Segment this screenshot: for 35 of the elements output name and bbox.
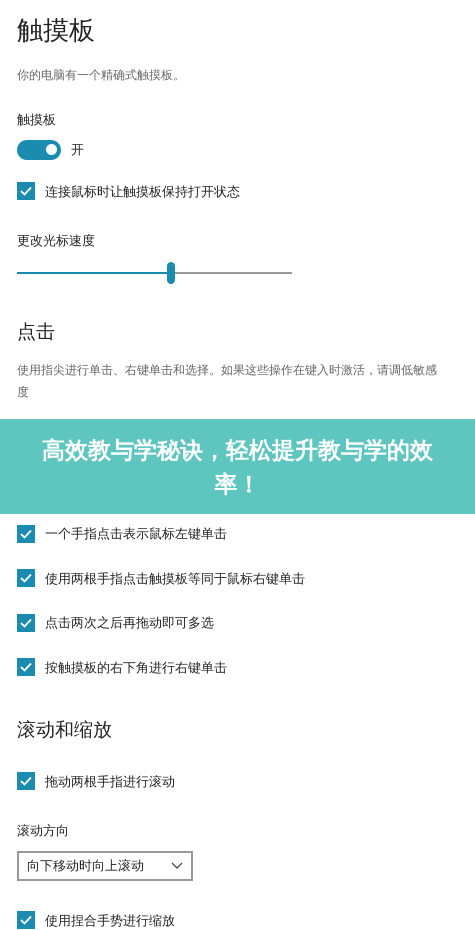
section-heading: 滚动和缩放	[17, 719, 113, 743]
speed-slider[interactable]	[17, 260, 292, 284]
toggle-switch[interactable]	[17, 140, 61, 160]
checkmark-icon	[20, 573, 32, 584]
section-description: 使用指尖进行单击、右键单击和选择。如果这些操作在键入时激活，请调低敏感度	[17, 362, 438, 401]
checkbox-label: 按触摸板的右下角进行右键单击	[45, 658, 227, 676]
scroll-direction-dropdown[interactable]: 向下移动时向上滚动	[17, 850, 193, 880]
checkbox-label: 使用两根手指点击触摸板等同于鼠标右键单击	[45, 570, 305, 588]
dropdown-label: 滚动方向	[17, 822, 70, 840]
page-title: 触摸板	[17, 14, 96, 47]
checkmark-icon	[20, 776, 32, 786]
checkmark-icon	[20, 618, 32, 628]
checkmark-icon	[20, 915, 32, 926]
subtitle: 你的电脑有一个精确式触摸板。	[17, 67, 186, 84]
checkbox-label: 连接鼠标时让触摸板保持打开状态	[45, 182, 240, 200]
checkbox[interactable]	[17, 524, 35, 543]
checkbox[interactable]	[17, 569, 35, 588]
checkmark-icon	[20, 186, 32, 196]
toggle-state: 开	[71, 140, 84, 159]
checkbox[interactable]	[17, 772, 35, 790]
checkbox-label: 一个手指点击表示鼠标左键单击	[45, 525, 227, 543]
checkbox[interactable]	[17, 658, 35, 676]
checkbox-label: 点击两次之后再拖动即可多选	[45, 614, 214, 632]
slider-label: 更改光标速度	[17, 232, 96, 250]
section-heading: 点击	[17, 320, 56, 344]
title-banner: 高效教与学秘诀，轻松提升教与学的效率！	[0, 419, 475, 514]
checkmark-icon	[20, 528, 32, 539]
checkbox[interactable]	[17, 911, 35, 930]
checkbox[interactable]	[17, 182, 35, 200]
checkbox[interactable]	[17, 614, 35, 632]
checkmark-icon	[20, 662, 32, 672]
chevron-down-icon	[171, 862, 183, 869]
checkbox-label: 使用捏合手势进行缩放	[45, 912, 175, 930]
checkbox-label: 拖动两根手指进行滚动	[45, 772, 175, 790]
toggle-label: 触摸板	[17, 111, 57, 129]
